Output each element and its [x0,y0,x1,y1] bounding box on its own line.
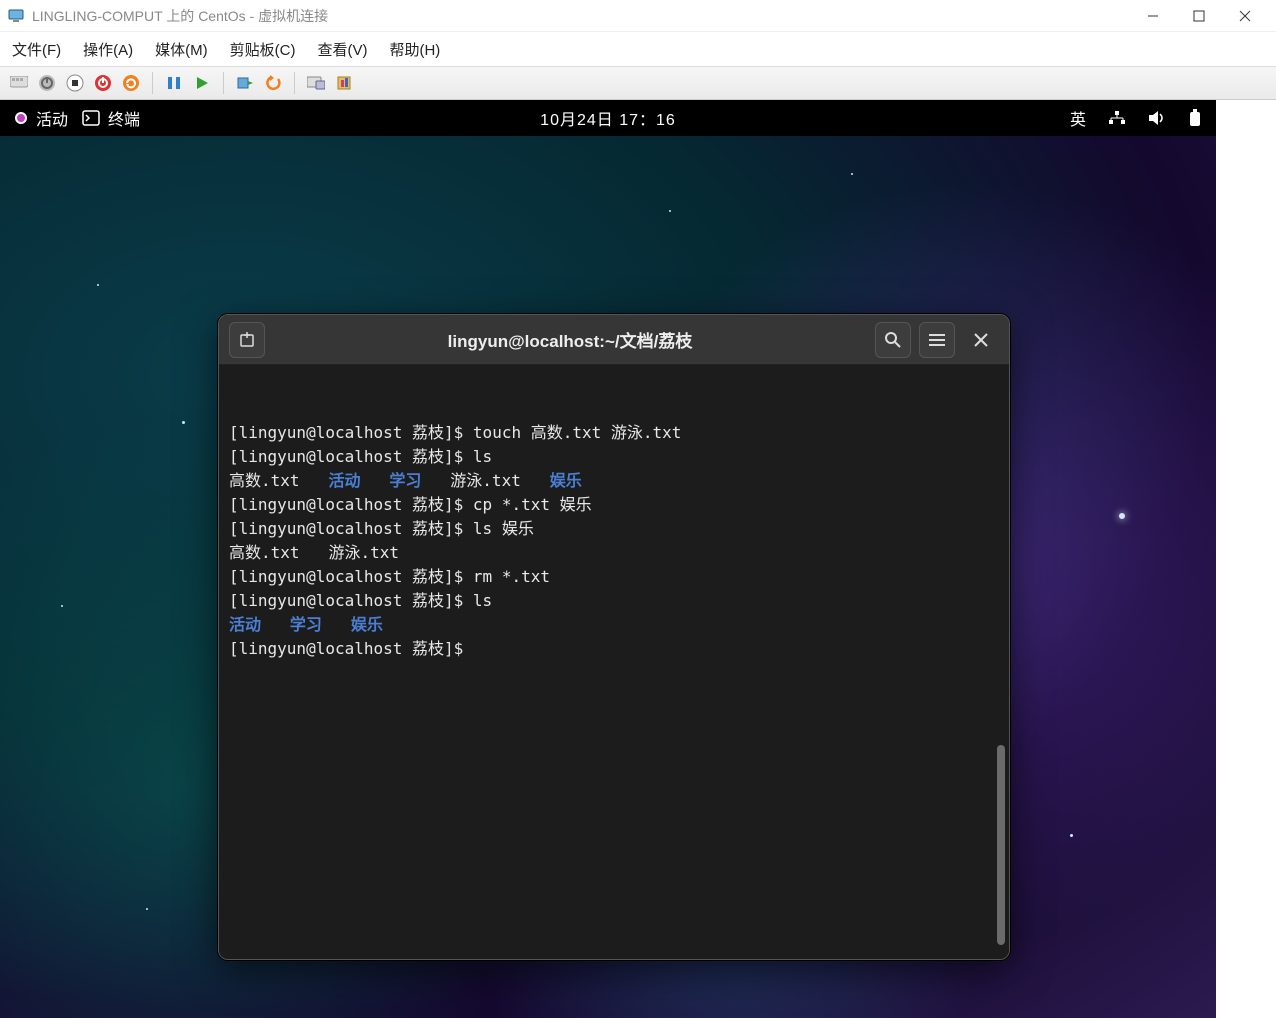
terminal-line: [lingyun@localhost 荔枝]$ touch 高数.txt 游泳.… [229,421,999,445]
terminal-headerbar: lingyun@localhost:~/文档/荔枝 [219,315,1009,365]
menu-file[interactable]: 文件(F) [12,39,61,60]
volume-icon[interactable] [1148,110,1166,126]
hamburger-icon [928,333,946,347]
input-method-indicator[interactable]: 英 [1070,106,1086,130]
menu-clipboard[interactable]: 剪贴板(C) [230,39,296,60]
menubar: 文件(F) 操作(A) 媒体(M) 剪贴板(C) 查看(V) 帮助(H) [0,32,1276,66]
terminal-line: [lingyun@localhost 荔枝]$ cp *.txt 娱乐 [229,493,999,517]
host-titlebar: LINGLING-COMPUT 上的 CentOs - 虚拟机连接 [0,0,1276,32]
current-app-indicator[interactable]: 终端 [82,106,140,130]
close-button[interactable] [1222,0,1268,32]
menu-view[interactable]: 查看(V) [317,39,367,60]
terminal-line: [lingyun@localhost 荔枝]$ [229,637,999,661]
window-controls [1130,0,1268,32]
revert-icon[interactable] [262,72,284,94]
maximize-button[interactable] [1176,0,1222,32]
new-tab-button[interactable] [229,322,265,358]
menu-action[interactable]: 操作(A) [83,39,133,60]
play-icon[interactable] [191,72,213,94]
terminal-line: [lingyun@localhost 荔枝]$ rm *.txt [229,565,999,589]
menu-media[interactable]: 媒体(M) [155,39,208,60]
toolbar-separator [152,72,153,94]
terminal-line: [lingyun@localhost 荔枝]$ ls [229,445,999,469]
terminal-window: lingyun@localhost:~/文档/荔枝 [lingyun@local… [218,314,1010,960]
power-on-icon[interactable] [36,72,58,94]
terminal-line: [lingyun@localhost 荔枝]$ ls [229,589,999,613]
battery-icon[interactable] [1188,109,1202,127]
stop-icon[interactable] [64,72,86,94]
hamburger-menu-button[interactable] [919,322,955,358]
terminal-app-icon [82,110,100,126]
host-window-title: LINGLING-COMPUT 上的 CentOs - 虚拟机连接 [32,6,1130,26]
reset-icon[interactable] [120,72,142,94]
search-icon [884,331,902,349]
gnome-topbar: 活动 终端 10月24日 17：16 英 [0,100,1216,136]
terminal-title: lingyun@localhost:~/文档/荔枝 [273,327,867,352]
close-icon [974,333,988,347]
clock[interactable]: 10月24日 17：16 [540,106,676,130]
minimize-button[interactable] [1130,0,1176,32]
toolbar-separator [294,72,295,94]
terminal-line: 高数.txt 游泳.txt [229,541,999,565]
toolbar-separator [223,72,224,94]
checkpoint-icon[interactable] [234,72,256,94]
toolbar [0,66,1276,100]
pause-icon[interactable] [163,72,185,94]
terminal-close-button[interactable] [963,322,999,358]
enhanced-session-icon[interactable] [305,72,327,94]
activities-icon [14,111,28,125]
terminal-body[interactable]: [lingyun@localhost 荔枝]$ touch 高数.txt 游泳.… [219,365,1009,959]
share-icon[interactable] [333,72,355,94]
vm-icon [8,8,24,24]
guest-desktop[interactable]: 活动 终端 10月24日 17：16 英 lingyun@localhost:~… [0,100,1216,1018]
terminal-line: 活动 学习 娱乐 [229,613,999,637]
menu-help[interactable]: 帮助(H) [389,39,440,60]
ctrl-alt-del-icon[interactable] [8,72,30,94]
terminal-line: [lingyun@localhost 荔枝]$ ls 娱乐 [229,517,999,541]
search-button[interactable] [875,322,911,358]
shutdown-icon[interactable] [92,72,114,94]
terminal-line: 高数.txt 活动 学习 游泳.txt 娱乐 [229,469,999,493]
network-icon[interactable] [1108,110,1126,126]
activities-button[interactable]: 活动 [14,106,68,130]
terminal-scrollbar[interactable] [997,745,1005,945]
